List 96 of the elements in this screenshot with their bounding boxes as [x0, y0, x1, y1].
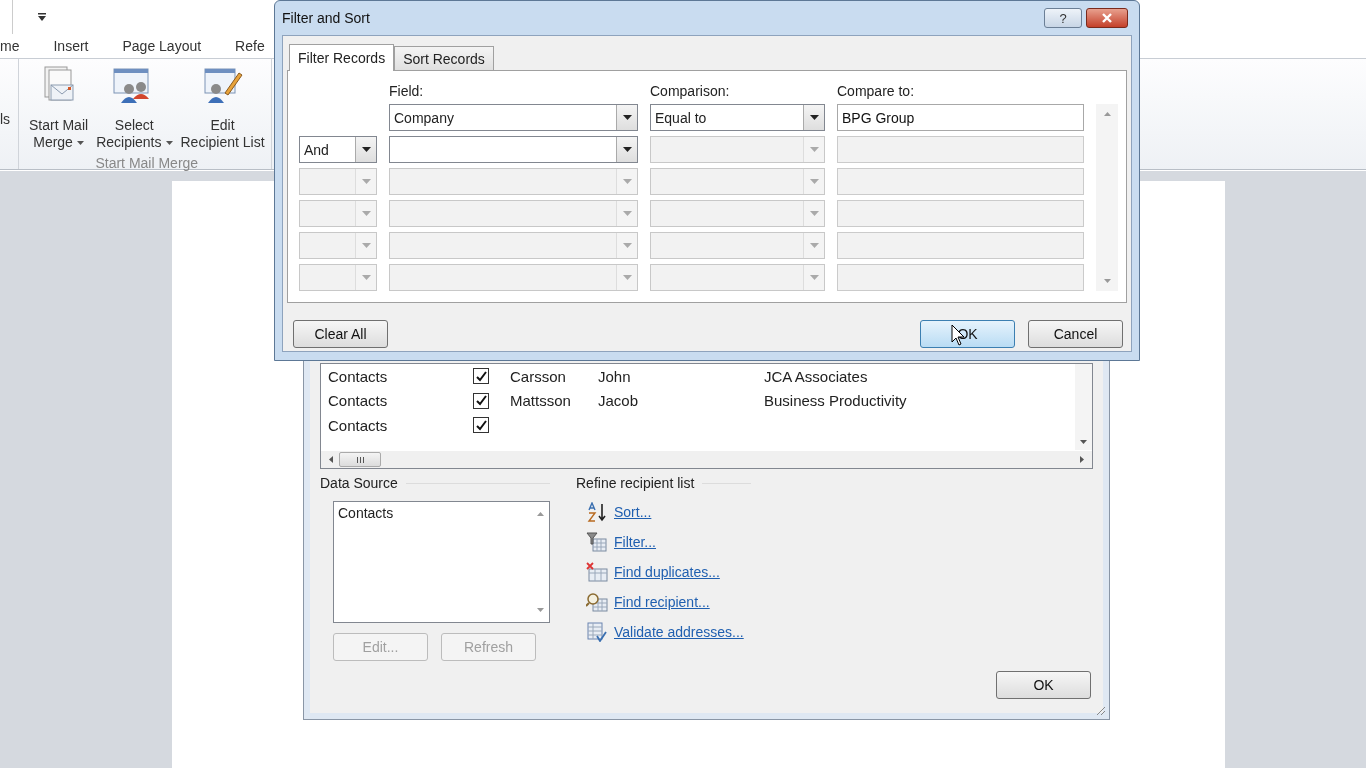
close-button[interactable]: [1086, 8, 1128, 28]
table-cell: John: [598, 367, 631, 385]
link[interactable]: Validate addresses...: [614, 624, 744, 640]
vertical-scrollbar[interactable]: [1075, 364, 1092, 450]
caret-icon: [165, 141, 173, 146]
comparison-dropdown[interactable]: Equal to: [650, 104, 825, 131]
scroll-down-icon[interactable]: [1080, 440, 1087, 444]
link[interactable]: Sort...: [614, 504, 652, 520]
scrollbar-thumb[interactable]: [339, 452, 381, 467]
ribbon-tab[interactable]: Insert: [53, 36, 89, 56]
conjunction-dropdown[interactable]: And: [299, 136, 377, 163]
checkbox[interactable]: [473, 368, 489, 385]
table-cell: Contacts: [328, 416, 388, 434]
compare-to-field[interactable]: BPG Group: [837, 104, 1084, 131]
ribbon-tab[interactable]: Page Layout: [122, 36, 202, 56]
ribbon-button-label[interactable]: ls: [0, 111, 11, 127]
vertical-scrollbar[interactable]: [1096, 104, 1118, 291]
funnel-table-icon: [586, 532, 608, 552]
column-label: Field:: [389, 83, 425, 99]
caret-icon: [622, 211, 632, 216]
table-cell: Mattsson: [510, 392, 571, 410]
caret-icon: [809, 147, 819, 152]
field-dropdown[interactable]: [389, 136, 638, 163]
caret-icon: [361, 211, 371, 216]
field-dropdown[interactable]: [389, 200, 638, 227]
conjunction-dropdown[interactable]: [299, 200, 377, 227]
section-label: Data Source: [320, 475, 398, 491]
field-dropdown[interactable]: [389, 168, 638, 195]
caret-icon: [361, 179, 371, 184]
sort-arrow-icon: [586, 502, 608, 522]
ribbon-tab[interactable]: Refe: [235, 36, 265, 56]
scroll-down-icon[interactable]: [536, 608, 544, 612]
caret-icon: [809, 115, 819, 120]
caret-icon: [809, 275, 819, 280]
conjunction-dropdown[interactable]: [299, 264, 377, 291]
caret-icon: [622, 179, 632, 184]
cancel-button[interactable]: Cancel: [1028, 320, 1123, 348]
horizontal-scrollbar[interactable]: [321, 451, 1092, 468]
link[interactable]: Filter...: [614, 534, 656, 550]
link[interactable]: Find recipient...: [614, 594, 710, 610]
link[interactable]: Find duplicates...: [614, 564, 720, 580]
caret-icon: [809, 179, 819, 184]
scroll-right-icon[interactable]: [1080, 456, 1084, 463]
comparison-dropdown[interactable]: [650, 136, 825, 163]
scroll-up-icon[interactable]: [536, 512, 544, 516]
caret-icon: [622, 147, 632, 152]
table-cell: Business Productivity: [764, 392, 907, 410]
resize-grip-icon[interactable]: [1096, 706, 1106, 716]
ribbon-tab[interactable]: me: [0, 36, 20, 56]
data-source-list[interactable]: Contacts: [333, 501, 550, 623]
customize-toolbar-icon[interactable]: [37, 12, 47, 22]
caret-icon: [622, 275, 632, 280]
caret-icon: [809, 243, 819, 248]
caret-icon: [76, 141, 84, 146]
field-dropdown[interactable]: [389, 264, 638, 291]
table-cell: JCA Associates: [764, 367, 868, 385]
table-cell: Contacts: [328, 392, 388, 410]
clear-all-button[interactable]: Clear All: [293, 320, 388, 348]
column-label: Comparison:: [650, 83, 731, 99]
checkbox[interactable]: [473, 417, 489, 434]
field-dropdown[interactable]: [389, 232, 638, 259]
comparison-dropdown[interactable]: [650, 232, 825, 259]
table-cell: Carsson: [510, 367, 566, 385]
table-cell: Contacts: [328, 367, 388, 385]
checklist-icon: [586, 622, 608, 642]
comparison-dropdown[interactable]: [650, 168, 825, 195]
caret-icon: [622, 115, 632, 120]
list-item[interactable]: Contacts: [338, 505, 394, 521]
caret-icon: [809, 211, 819, 216]
caret-icon: [622, 243, 632, 248]
ribbon-button[interactable]: Edit Recipient List: [178, 65, 267, 151]
table-cross-icon: [586, 562, 608, 582]
help-button[interactable]: ?: [1044, 8, 1082, 28]
field-dropdown[interactable]: Company: [389, 104, 638, 131]
window-title: Filter and Sort: [282, 10, 370, 26]
checkbox[interactable]: [473, 392, 489, 409]
caret-icon: [361, 275, 371, 280]
tab[interactable]: Sort Records: [394, 46, 494, 70]
group-label: Start Mail Merge: [95, 155, 199, 171]
tab[interactable]: Filter Records: [289, 44, 395, 71]
table-cell: Jacob: [598, 392, 639, 410]
magnifier-table-icon: [586, 592, 608, 612]
column-label: Compare to:: [837, 83, 916, 99]
conjunction-dropdown[interactable]: [299, 168, 377, 195]
scroll-left-icon[interactable]: [329, 456, 333, 463]
close-icon: [1101, 13, 1113, 23]
conjunction-dropdown[interactable]: [299, 232, 377, 259]
scroll-up-icon[interactable]: [1103, 112, 1111, 116]
ribbon-button[interactable]: Start Mail Merge: [27, 65, 91, 151]
ok-button[interactable]: OK: [996, 671, 1091, 699]
caret-icon: [361, 243, 371, 248]
comparison-dropdown[interactable]: [650, 200, 825, 227]
section-label: Refine recipient list: [576, 475, 695, 491]
caret-icon: [361, 147, 371, 152]
ribbon-button[interactable]: Select Recipients: [94, 65, 175, 151]
comparison-dropdown[interactable]: [650, 264, 825, 291]
